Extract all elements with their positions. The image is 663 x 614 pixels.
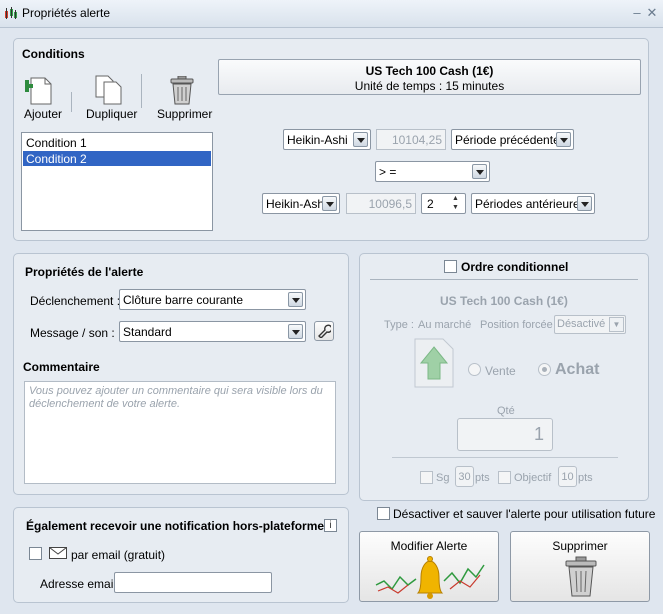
stop-loss-unit: pts — [475, 472, 490, 484]
timeframe: Unité de temps : 15 minutes — [354, 79, 505, 93]
source-select-2[interactable]: Heikin-Ashi — [262, 193, 340, 214]
chevron-down-icon — [472, 164, 487, 179]
stop-loss-input[interactable]: 30 — [455, 466, 474, 487]
conditions-list: Condition 1 Condition 2 — [21, 132, 213, 231]
notification-heading: Également recevoir une notification hors… — [26, 519, 325, 533]
divider — [370, 279, 638, 280]
chevron-down-icon — [288, 324, 303, 339]
delete-label: Supprimer — [157, 107, 213, 121]
buy-label: Achat — [555, 361, 600, 378]
instrument-name: US Tech 100 Cash (1€) — [365, 64, 494, 78]
period-select-2[interactable]: Périodes antérieures — [471, 193, 595, 214]
qty-input[interactable]: 1 — [457, 418, 553, 451]
bell-icon — [375, 556, 485, 599]
target-unit: pts — [578, 472, 593, 484]
buy-radio[interactable] — [538, 363, 551, 376]
conditional-order-label: Ordre conditionnel — [461, 260, 569, 274]
stop-loss-label: Sg — [436, 472, 450, 484]
close-button[interactable]: ✕ — [645, 6, 659, 20]
list-item-selected[interactable]: Condition 2 — [23, 151, 211, 166]
trash-icon — [565, 556, 597, 597]
operator-select[interactable]: > = — [375, 161, 490, 182]
target-input[interactable]: 10 — [558, 466, 577, 487]
sell-radio[interactable] — [468, 363, 481, 376]
candlestick-icon — [5, 7, 17, 19]
trash-icon — [170, 76, 194, 105]
envelope-icon — [49, 547, 67, 559]
type-label: Type : — [384, 319, 414, 331]
add-label: Ajouter — [24, 107, 63, 121]
chevron-down-icon — [322, 196, 337, 211]
trigger-label: Déclenchement : — [30, 294, 121, 308]
divider — [392, 457, 618, 458]
sound-settings-button[interactable] — [314, 321, 334, 341]
sell-label: Vente — [485, 364, 516, 378]
delete-alert-label: Supprimer — [552, 539, 608, 553]
title-bar: Propriétés alerte – ✕ — [0, 0, 663, 28]
message-select[interactable]: Standard — [119, 321, 306, 342]
stop-loss-checkbox[interactable] — [420, 471, 433, 484]
trigger-select[interactable]: Clôture barre courante — [119, 289, 306, 310]
type-value: Au marché — [418, 319, 472, 331]
message-label: Message / son : — [30, 326, 115, 340]
period-select-1[interactable]: Période précédente — [451, 129, 574, 150]
toolbar-separator — [71, 92, 72, 112]
modify-alert-label: Modifier Alerte — [390, 539, 468, 553]
instrument-header: US Tech 100 Cash (1€) Unité de temps : 1… — [218, 59, 641, 95]
copy-documents-icon — [95, 75, 122, 105]
source-select-1[interactable]: Heikin-Ashi — [283, 129, 371, 150]
target-checkbox[interactable] — [498, 471, 511, 484]
conditional-order-checkbox[interactable] — [444, 260, 457, 273]
disable-alert-checkbox[interactable] — [377, 507, 390, 520]
window-title: Propriétés alerte — [22, 6, 111, 20]
alert-properties-heading: Propriétés de l'alerte — [25, 265, 144, 279]
comment-textarea[interactable]: Vous pouvez ajouter un commentaire qui s… — [24, 381, 336, 484]
position-select[interactable]: Désactivé ▼ — [554, 315, 626, 334]
add-document-icon — [25, 77, 52, 105]
duplicate-label: Dupliquer — [86, 107, 138, 121]
minimize-button[interactable]: – — [630, 6, 644, 20]
value-field-2[interactable]: 10096,5 — [346, 193, 416, 214]
email-address-input[interactable] — [114, 572, 272, 593]
email-checkbox[interactable] — [29, 547, 42, 560]
value-field-1[interactable]: 10104,25 — [376, 129, 446, 150]
modify-alert-button[interactable]: Modifier Alerte — [359, 531, 499, 602]
email-address-label: Adresse email — [40, 577, 117, 591]
toolbar-separator — [141, 74, 142, 108]
conditions-heading: Conditions — [22, 47, 85, 61]
order-instrument: US Tech 100 Cash (1€) — [440, 294, 568, 308]
email-label: par email (gratuit) — [71, 548, 166, 562]
position-label: Position forcée — [480, 319, 553, 331]
spinner-arrows-icon[interactable]: ▲ ▼ — [452, 194, 459, 212]
wrench-icon — [318, 324, 331, 338]
arrow-up-document-icon — [414, 338, 454, 388]
disable-alert-label: Désactiver et sauver l'alerte pour utili… — [393, 507, 656, 521]
delete-alert-button[interactable]: Supprimer — [510, 531, 650, 602]
chevron-down-icon — [577, 196, 592, 211]
info-icon[interactable]: i — [324, 519, 337, 532]
chevron-down-icon — [353, 132, 368, 147]
duplicate-condition-button[interactable]: Dupliquer — [84, 72, 138, 122]
qty-label: Qté — [497, 405, 515, 417]
chevron-down-icon — [288, 292, 303, 307]
comment-heading: Commentaire — [23, 360, 100, 374]
periods-count-spinner[interactable]: 2 ▲ ▼ — [421, 193, 466, 214]
list-item[interactable]: Condition 1 — [23, 135, 211, 150]
chevron-down-icon — [556, 132, 571, 147]
delete-condition-button[interactable]: Supprimer — [155, 72, 213, 122]
target-label: Objectif — [514, 472, 552, 484]
add-condition-button[interactable]: Ajouter — [20, 72, 64, 122]
chevron-down-icon: ▼ — [609, 317, 624, 332]
